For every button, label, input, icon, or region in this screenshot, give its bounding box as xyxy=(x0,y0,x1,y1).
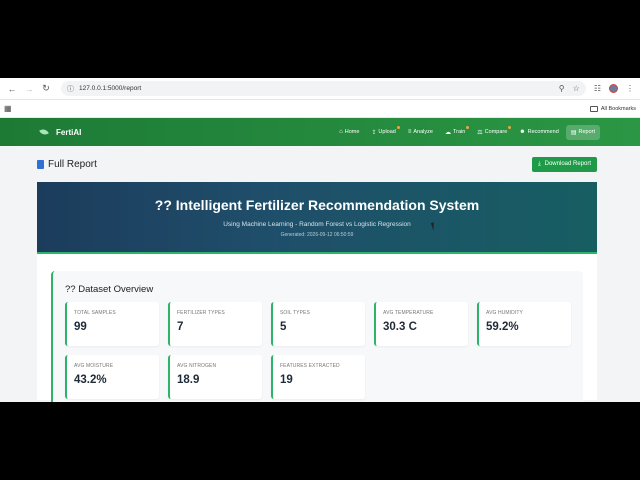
stat-label: Fertilizer Types xyxy=(177,310,225,316)
stat-card: Avg Moisture 43.2% xyxy=(65,355,159,399)
nav-item-label: Report xyxy=(578,129,595,135)
stat-label: Avg Humidity xyxy=(486,310,523,316)
apps-grid-icon[interactable]: ▦ xyxy=(4,104,12,113)
avatar[interactable] xyxy=(609,84,618,93)
report-body: ?? Dataset Overview Total Samples 99 Ferti… xyxy=(37,254,597,402)
nav-item-label: Compare xyxy=(484,129,508,135)
stat-card: Features Extracted 19 xyxy=(271,355,365,399)
browser-window: ← → ↻ ⓘ 127.0.0.1:5000/report ⚲ ☆ ☷ ⋮ ▦ … xyxy=(0,78,640,402)
section-title: ?? Dataset Overview xyxy=(65,284,154,295)
hero-title: ?? Intelligent Fertilizer Recommendation… xyxy=(154,196,480,213)
notification-dot xyxy=(508,125,512,129)
stat-label: Avg Nitrogen xyxy=(177,363,217,369)
main-menu: ⌂ Home ⇪ Upload ≡ Analyze ☁ Train ⚖ Compare ☻ Recom… xyxy=(334,124,600,140)
stat-label: Avg Temperature xyxy=(383,310,434,316)
nav-item-label: Upload xyxy=(378,129,396,135)
dataset-overview-section: ?? Dataset Overview Total Samples 99 Ferti… xyxy=(51,271,583,402)
stat-card: Avg Humidity 59.2% xyxy=(477,302,571,346)
brand-name: FertiAI xyxy=(56,127,82,137)
document-icon xyxy=(37,159,44,169)
stat-value: 5 xyxy=(280,321,287,333)
home-icon: ⌂ xyxy=(339,129,343,135)
star-icon[interactable]: ☆ xyxy=(573,84,580,93)
nav-item-label: Home xyxy=(344,129,360,135)
back-icon[interactable]: ← xyxy=(6,83,18,95)
hero-subtitle: Using Machine Learning - Random Forest v… xyxy=(223,220,411,228)
nav-item-upload[interactable]: ⇪ Upload xyxy=(366,125,400,140)
download-label: Download Report xyxy=(544,161,591,167)
report-hero: ?? Intelligent Fertilizer Recommendation… xyxy=(37,182,597,254)
stat-card: Total Samples 99 xyxy=(65,302,159,346)
url-text: 127.0.0.1:5000/report xyxy=(79,85,142,92)
all-bookmarks-button[interactable]: All Bookmarks xyxy=(589,105,636,112)
nav-item-home[interactable]: ⌂ Home xyxy=(334,125,364,140)
stat-label: Soil Types xyxy=(280,310,310,316)
stat-value: 43.2% xyxy=(74,374,107,386)
menu-icon[interactable]: ⋮ xyxy=(626,84,634,93)
notification-dot xyxy=(466,125,470,129)
stat-label: Features Extracted xyxy=(280,363,340,369)
download-icon: ⤓ xyxy=(537,160,541,167)
stat-value: 18.9 xyxy=(177,374,200,386)
brand-logo[interactable]: FertiAI xyxy=(39,127,82,137)
brain-icon: ☁ xyxy=(444,129,451,136)
stat-value: 19 xyxy=(280,374,293,386)
nav-item-compare[interactable]: ⚖ Compare xyxy=(472,125,512,140)
stat-card: Soil Types 5 xyxy=(271,302,365,346)
nav-item-label: Train xyxy=(452,129,466,135)
nav-item-train[interactable]: ☁ Train xyxy=(440,125,470,140)
stat-card: Fertilizer Types 7 xyxy=(168,302,262,346)
nav-item-recommend[interactable]: ☻ Recommend xyxy=(514,125,564,140)
zoom-icon[interactable]: ⚲ xyxy=(559,84,565,93)
leaf-icon xyxy=(39,127,49,137)
url-field[interactable]: ⓘ 127.0.0.1:5000/report ⚲ ☆ xyxy=(61,81,586,96)
nav-item-analyze[interactable]: ≡ Analyze xyxy=(403,125,438,140)
site-info-icon[interactable]: ⓘ xyxy=(67,84,74,94)
stat-label: Total Samples xyxy=(74,310,116,316)
app-navbar: FertiAI ⌂ Home ⇪ Upload ≡ Analyze ☁ Train ⚖ Compa… xyxy=(0,118,640,146)
page-title: Full Report xyxy=(48,158,97,170)
address-bar: ← → ↻ ⓘ 127.0.0.1:5000/report ⚲ ☆ ☷ ⋮ xyxy=(0,78,640,100)
generated-timestamp: Generated: 2026-09-12 06:50:59 xyxy=(280,231,354,238)
forward-icon[interactable]: → xyxy=(23,83,35,95)
extensions-icon[interactable]: ☷ xyxy=(594,84,601,93)
stat-card: Avg Nitrogen 18.9 xyxy=(168,355,262,399)
upload-icon: ⇪ xyxy=(371,129,377,136)
user-icon: ☻ xyxy=(519,129,526,135)
nav-item-label: Analyze xyxy=(413,129,433,135)
nav-item-report[interactable]: ▤ Report xyxy=(565,124,600,140)
notification-dot xyxy=(396,125,400,129)
stat-card: Avg Temperature 30.3 C xyxy=(374,302,468,346)
bookmarks-bar: ▦ All Bookmarks xyxy=(0,100,640,118)
chart-icon: ≡ xyxy=(407,129,412,135)
stat-cards: Total Samples 99 Fertilizer Types 7 Soil Typ… xyxy=(65,302,571,399)
folder-icon xyxy=(589,105,598,112)
download-report-button[interactable]: ⤓ Download Report xyxy=(531,156,597,172)
scale-icon: ⚖ xyxy=(477,129,483,136)
stat-value: 59.2% xyxy=(486,321,519,333)
all-bookmarks-label: All Bookmarks xyxy=(600,105,636,112)
reload-icon[interactable]: ↻ xyxy=(40,83,52,95)
stat-value: 99 xyxy=(74,321,87,333)
nav-item-label: Recommend xyxy=(527,129,559,135)
stat-value: 30.3 C xyxy=(383,321,417,333)
file-icon: ▤ xyxy=(570,129,577,136)
page-header: Full Report ⤓ Download Report xyxy=(0,146,640,182)
stat-label: Avg Moisture xyxy=(74,363,114,369)
stat-value: 7 xyxy=(177,321,184,333)
